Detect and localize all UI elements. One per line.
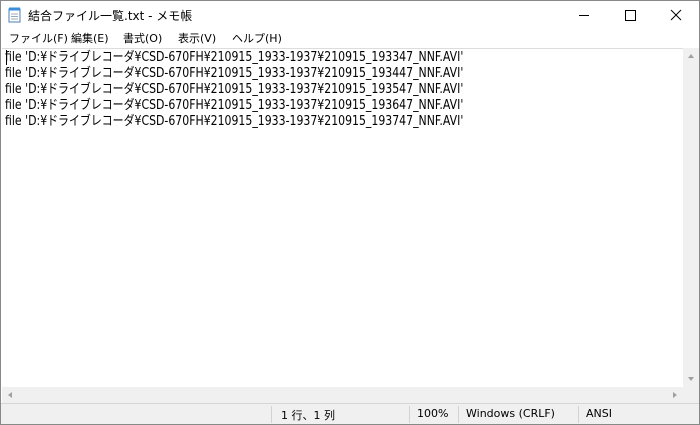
close-icon [670, 9, 682, 21]
arrow-down-icon [688, 377, 694, 381]
text-line[interactable]: file 'D:¥ドライブレコーダ¥CSD-670FH¥210915_1933-… [5, 114, 463, 130]
notepad-window: 結合ファイル一覧.txt - メモ帳 ファイル(F) 編集(E) 書式(O) 表… [0, 0, 700, 425]
scrollbar-corner [683, 387, 699, 403]
text-line[interactable]: file 'D:¥ドライブレコーダ¥CSD-670FH¥210915_1933-… [5, 98, 463, 114]
notepad-icon [8, 7, 22, 23]
minimize-icon [579, 15, 589, 16]
cursor-position: 1 行、1 列 [281, 409, 335, 422]
zoom-level: 100% [417, 407, 449, 420]
menu-edit[interactable]: 編集(E) [69, 30, 111, 47]
scroll-up-button[interactable] [683, 48, 699, 64]
status-separator [271, 406, 272, 423]
vertical-scrollbar[interactable] [683, 48, 699, 387]
text-line[interactable]: file 'D:¥ドライブレコーダ¥CSD-670FH¥210915_1933-… [5, 66, 463, 82]
text-line[interactable]: file 'D:¥ドライブレコーダ¥CSD-670FH¥210915_1933-… [5, 50, 463, 66]
status-separator [458, 406, 459, 423]
scroll-right-button[interactable] [667, 387, 683, 403]
scroll-left-button[interactable] [2, 387, 18, 403]
status-bar: 1 行、1 列 100% Windows (CRLF) ANSI [1, 403, 699, 424]
menu-file[interactable]: ファイル(F) [7, 30, 70, 47]
close-button[interactable] [653, 1, 699, 29]
status-separator [578, 406, 579, 423]
menu-format[interactable]: 書式(O) [121, 30, 164, 47]
text-line[interactable]: file 'D:¥ドライブレコーダ¥CSD-670FH¥210915_1933-… [5, 82, 463, 98]
maximize-icon [625, 10, 636, 21]
minimize-button[interactable] [561, 1, 607, 29]
text-editor[interactable]: file 'D:¥ドライブレコーダ¥CSD-670FH¥210915_1933-… [2, 48, 683, 387]
window-title: 結合ファイル一覧.txt - メモ帳 [28, 9, 193, 23]
menu-bar: ファイル(F) 編集(E) 書式(O) 表示(V) ヘルプ(H) [1, 29, 699, 48]
status-separator [409, 406, 410, 423]
scroll-down-button[interactable] [683, 371, 699, 387]
title-bar[interactable]: 結合ファイル一覧.txt - メモ帳 [1, 1, 699, 29]
arrow-right-icon [673, 392, 677, 398]
arrow-up-icon [688, 54, 694, 58]
menu-view[interactable]: 表示(V) [176, 30, 218, 47]
line-ending: Windows (CRLF) [466, 407, 555, 420]
menu-help[interactable]: ヘルプ(H) [230, 30, 284, 47]
arrow-left-icon [8, 392, 12, 398]
encoding: ANSI [586, 407, 612, 420]
maximize-button[interactable] [607, 1, 653, 29]
horizontal-scrollbar[interactable] [2, 387, 683, 403]
